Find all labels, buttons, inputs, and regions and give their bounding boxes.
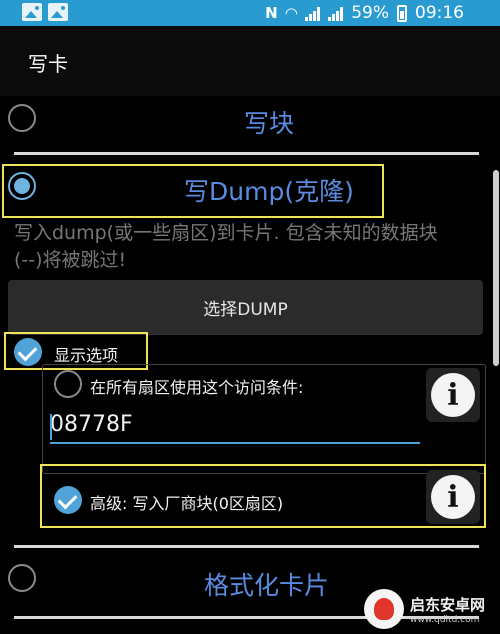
battery-percent: 59% xyxy=(351,3,389,23)
app-bar: 写卡 xyxy=(0,26,500,96)
access-condition-label[interactable]: 在所有扇区使用这个访问条件: xyxy=(90,374,303,398)
divider xyxy=(14,152,479,155)
page-title: 写卡 xyxy=(28,52,68,76)
dump-description: 写入dump(或一些扇区)到卡片. 包含未知的数据块(--)将被跳过! xyxy=(14,222,438,271)
watermark-title: 启东安卓网 xyxy=(410,595,486,614)
notification-icons xyxy=(22,3,68,21)
radio-write-block[interactable] xyxy=(8,104,36,132)
image-icon xyxy=(22,3,42,21)
signal-icon xyxy=(328,6,344,21)
highlight-write-dump xyxy=(2,164,384,218)
option-write-block-label[interactable]: 写块 xyxy=(244,104,294,140)
info-icon: i xyxy=(431,373,475,417)
status-bar: N ◠ 59% 09:16 xyxy=(0,0,500,26)
watermark-logo xyxy=(364,589,404,629)
nfc-icon: N xyxy=(265,4,278,22)
scrollbar[interactable] xyxy=(493,170,499,366)
radio-format-card[interactable] xyxy=(8,564,36,592)
text-cursor xyxy=(50,414,52,440)
access-condition-radio[interactable] xyxy=(54,370,82,398)
select-dump-button[interactable]: 选择DUMP xyxy=(8,280,483,335)
access-condition-input[interactable]: 08778F xyxy=(50,412,133,437)
input-underline xyxy=(50,442,420,444)
option-format-card-label[interactable]: 格式化卡片 xyxy=(204,566,329,602)
wifi-icon: ◠ xyxy=(285,4,298,22)
image-icon xyxy=(48,3,68,21)
watermark: 启东安卓网 www.qdltd.com xyxy=(364,584,500,634)
content[interactable]: 写块 写Dump(克隆) 写入dump(或一些扇区)到卡片. 包含未知的数据块(… xyxy=(0,96,500,634)
watermark-url: www.qdltd.com xyxy=(410,614,480,625)
highlight-advanced xyxy=(40,464,486,528)
system-icons: N ◠ 59% 09:16 xyxy=(265,2,464,24)
divider xyxy=(14,545,479,548)
signal-icon xyxy=(305,6,321,21)
clock: 09:16 xyxy=(415,3,464,23)
access-condition-info-button[interactable]: i xyxy=(426,368,480,422)
battery-icon xyxy=(397,4,407,22)
